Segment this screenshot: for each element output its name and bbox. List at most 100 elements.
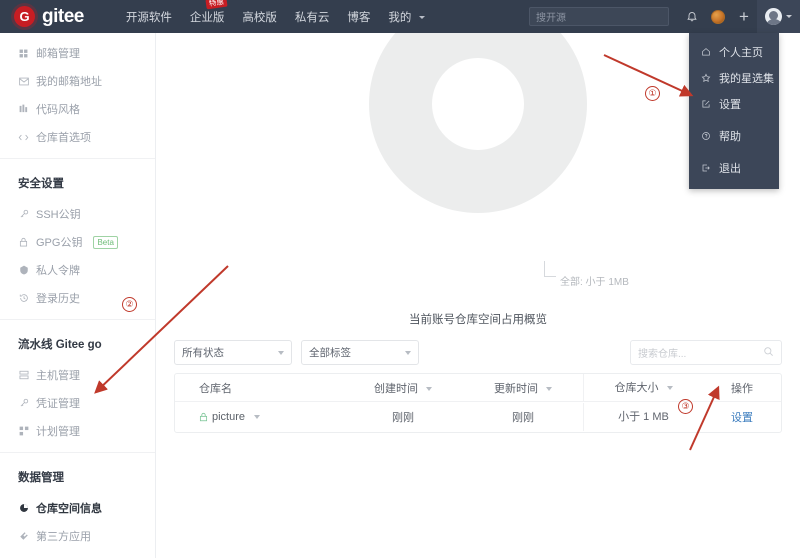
repo-name-link[interactable]: picture bbox=[212, 411, 245, 423]
sort-caret-icon bbox=[666, 385, 673, 390]
col-header-size[interactable]: 仓库大小 bbox=[583, 373, 703, 402]
user-dropdown-menu: 个人主页 我的星选集 设置 帮助 退出 bbox=[689, 33, 779, 189]
row-settings-link[interactable]: 设置 bbox=[731, 412, 753, 424]
plug-icon bbox=[18, 531, 29, 542]
gitee-settings-page: G gitee 开源软件 企业版 特惠 高校版 私有云 博客 我的 搜开源 + … bbox=[0, 0, 800, 558]
main-nav: 开源软件 企业版 特惠 高校版 私有云 博客 我的 bbox=[126, 0, 425, 27]
top-header: G gitee 开源软件 企业版 特惠 高校版 私有云 博客 我的 搜开源 + bbox=[0, 0, 800, 33]
avatar bbox=[765, 8, 782, 25]
donut-hole bbox=[432, 58, 524, 150]
chevron-down-icon bbox=[405, 350, 411, 355]
notification-bell-icon[interactable] bbox=[679, 0, 705, 33]
repo-pref-icon bbox=[18, 132, 29, 143]
chevron-down-icon bbox=[786, 15, 792, 18]
donut-slice-label: 全部: 小于 1MB bbox=[560, 277, 629, 288]
sidebar-group-data: 数据管理 仓库空间信息 第三方应用 私有仓库成员 bbox=[0, 452, 155, 558]
table-header-row: 仓库名 创建时间 更新时间 仓库大小 操作 bbox=[175, 373, 781, 402]
col-header-actions: 操作 bbox=[731, 382, 753, 395]
coin-icon[interactable] bbox=[705, 0, 731, 33]
sidebar-item-label: 登录历史 bbox=[36, 293, 80, 305]
nav-item-blog[interactable]: 博客 bbox=[347, 7, 370, 27]
key-icon bbox=[18, 398, 29, 409]
sidebar-group-title: 流水线 Gitee go bbox=[18, 339, 102, 351]
nav-item-campus[interactable]: 高校版 bbox=[242, 7, 277, 27]
sidebar-item-private-repo-members[interactable]: 私有仓库成员 bbox=[0, 550, 155, 558]
gitee-logo[interactable]: G gitee bbox=[14, 6, 84, 28]
status-filter-select[interactable]: 所有状态 bbox=[174, 340, 292, 365]
tag-filter-select[interactable]: 全部标签 bbox=[301, 340, 419, 365]
sidebar-item-private-token[interactable]: 私人令牌 bbox=[0, 256, 155, 284]
menu-item-my-stars[interactable]: 我的星选集 bbox=[689, 65, 779, 91]
nav-item-opensource[interactable]: 开源软件 bbox=[126, 7, 172, 27]
menu-item-label: 我的星选集 bbox=[719, 73, 774, 85]
sidebar-item-host-management[interactable]: 主机管理 bbox=[0, 361, 155, 389]
question-circle-icon bbox=[700, 131, 711, 142]
col-header-updated[interactable]: 更新时间 bbox=[463, 380, 583, 396]
sidebar-item-gpg-key[interactable]: GPG公钥 Beta bbox=[0, 228, 155, 256]
sidebar-item-email-management[interactable]: 邮箱管理 bbox=[0, 39, 155, 67]
sidebar-group-title: 数据管理 bbox=[18, 472, 64, 484]
code-style-icon bbox=[18, 104, 29, 115]
server-icon bbox=[18, 370, 29, 381]
avatar-menu-toggle[interactable] bbox=[757, 0, 800, 33]
sidebar-item-label: 计划管理 bbox=[36, 426, 80, 438]
nav-item-privatecloud[interactable]: 私有云 bbox=[295, 7, 330, 27]
repo-search-input[interactable]: 搜索仓库... bbox=[630, 340, 782, 365]
lock-icon bbox=[18, 237, 29, 248]
menu-item-help[interactable]: 帮助 bbox=[689, 123, 779, 149]
search-icon bbox=[763, 346, 774, 360]
sort-caret-icon bbox=[426, 386, 433, 391]
settings-sidebar: 邮箱管理 我的邮箱地址 代码风格 仓库首选项 安全设置 SSH公钥 GPG公钥 … bbox=[0, 33, 156, 558]
repo-space-table: 仓库名 创建时间 更新时间 仓库大小 操作 picture 刚刚 刚刚 小于 1… bbox=[174, 373, 782, 433]
plus-new-icon[interactable]: + bbox=[731, 0, 757, 33]
chevron-down-icon[interactable] bbox=[254, 415, 261, 419]
sidebar-item-label: SSH公钥 bbox=[36, 209, 81, 221]
col-header-updated-label: 更新时间 bbox=[493, 382, 538, 395]
sidebar-item-label: 仓库空间信息 bbox=[36, 503, 102, 515]
sidebar-group-security: 安全设置 SSH公钥 GPG公钥 Beta 私人令牌 登录历史 bbox=[0, 158, 155, 319]
tag-filter-value: 全部标签 bbox=[309, 347, 351, 359]
nav-label: 高校版 bbox=[242, 11, 277, 24]
sidebar-item-repo-preferences[interactable]: 仓库首选项 bbox=[0, 123, 155, 151]
token-icon bbox=[18, 265, 29, 276]
nav-label: 我的 bbox=[388, 11, 412, 24]
nav-item-enterprise[interactable]: 企业版 特惠 bbox=[189, 0, 228, 27]
sidebar-item-plan-management[interactable]: 计划管理 bbox=[0, 417, 155, 445]
sidebar-item-ssh-key[interactable]: SSH公钥 bbox=[0, 200, 155, 228]
menu-item-label: 退出 bbox=[719, 163, 741, 175]
history-icon bbox=[18, 293, 29, 304]
nav-label: 企业版 bbox=[189, 11, 225, 24]
menu-item-settings[interactable]: 设置 bbox=[689, 91, 779, 117]
menu-item-logout[interactable]: 退出 bbox=[689, 155, 779, 181]
logout-icon bbox=[700, 163, 711, 174]
sidebar-item-label: 代码风格 bbox=[36, 104, 80, 116]
col-header-created[interactable]: 创建时间 bbox=[343, 380, 463, 396]
sidebar-group-title: 安全设置 bbox=[18, 178, 64, 190]
menu-item-personal-home[interactable]: 个人主页 bbox=[689, 39, 779, 65]
sidebar-item-login-history[interactable]: 登录历史 bbox=[0, 284, 155, 312]
pie-icon bbox=[18, 503, 29, 514]
cell-repo-name: picture bbox=[175, 411, 343, 423]
col-header-created-label: 创建时间 bbox=[373, 382, 418, 395]
home-icon bbox=[700, 47, 711, 58]
cell-repo-size: 小于 1 MB bbox=[583, 403, 703, 431]
sidebar-item-code-style[interactable]: 代码风格 bbox=[0, 95, 155, 123]
sidebar-item-label: 邮箱管理 bbox=[36, 48, 80, 60]
sidebar-item-third-party-apps[interactable]: 第三方应用 bbox=[0, 522, 155, 550]
chevron-down-icon bbox=[278, 350, 284, 355]
menu-item-label: 设置 bbox=[719, 99, 741, 111]
sidebar-item-repo-space-info[interactable]: 仓库空间信息 bbox=[0, 494, 155, 522]
sidebar-item-my-email-address[interactable]: 我的邮箱地址 bbox=[0, 67, 155, 95]
header-search-input[interactable]: 搜开源 bbox=[529, 7, 669, 26]
nav-item-mine[interactable]: 我的 bbox=[388, 7, 424, 27]
header-right-tools: 搜开源 + bbox=[529, 0, 800, 33]
cell-actions: 设置 bbox=[703, 409, 781, 425]
sidebar-item-label: 我的邮箱地址 bbox=[36, 76, 102, 88]
cell-updated-time: 刚刚 bbox=[512, 412, 534, 424]
envelope-icon bbox=[18, 76, 29, 87]
sidebar-item-credential-management[interactable]: 凭证管理 bbox=[0, 389, 155, 417]
cell-created-time: 刚刚 bbox=[392, 412, 414, 424]
chart-caption: 当前账号仓库空间占用概览 bbox=[409, 314, 547, 326]
repo-search-placeholder: 搜索仓库... bbox=[638, 349, 687, 360]
gitee-logo-text: gitee bbox=[42, 5, 84, 27]
